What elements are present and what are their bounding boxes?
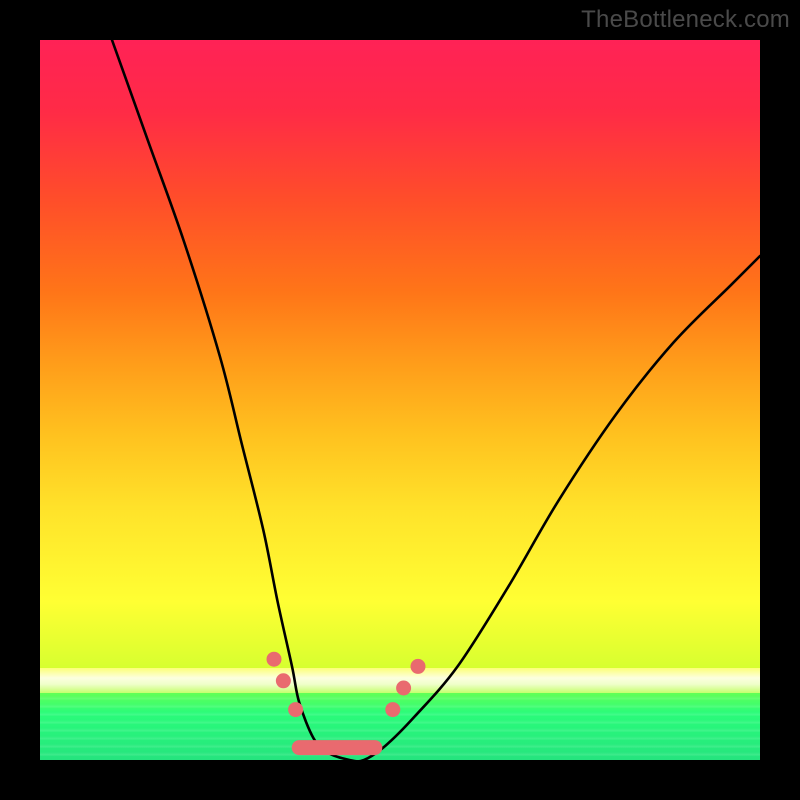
marker-dot — [396, 681, 411, 696]
plot-area — [40, 40, 760, 760]
watermark-text: TheBottleneck.com — [581, 6, 790, 34]
curve-layer — [40, 40, 760, 760]
marker-dot — [276, 673, 291, 688]
marker-dot — [385, 702, 400, 717]
chart-frame: TheBottleneck.com — [0, 0, 800, 800]
marker-dot — [411, 659, 426, 674]
bottleneck-curve — [112, 40, 760, 761]
marker-dot — [288, 702, 303, 717]
marker-dot — [267, 652, 282, 667]
